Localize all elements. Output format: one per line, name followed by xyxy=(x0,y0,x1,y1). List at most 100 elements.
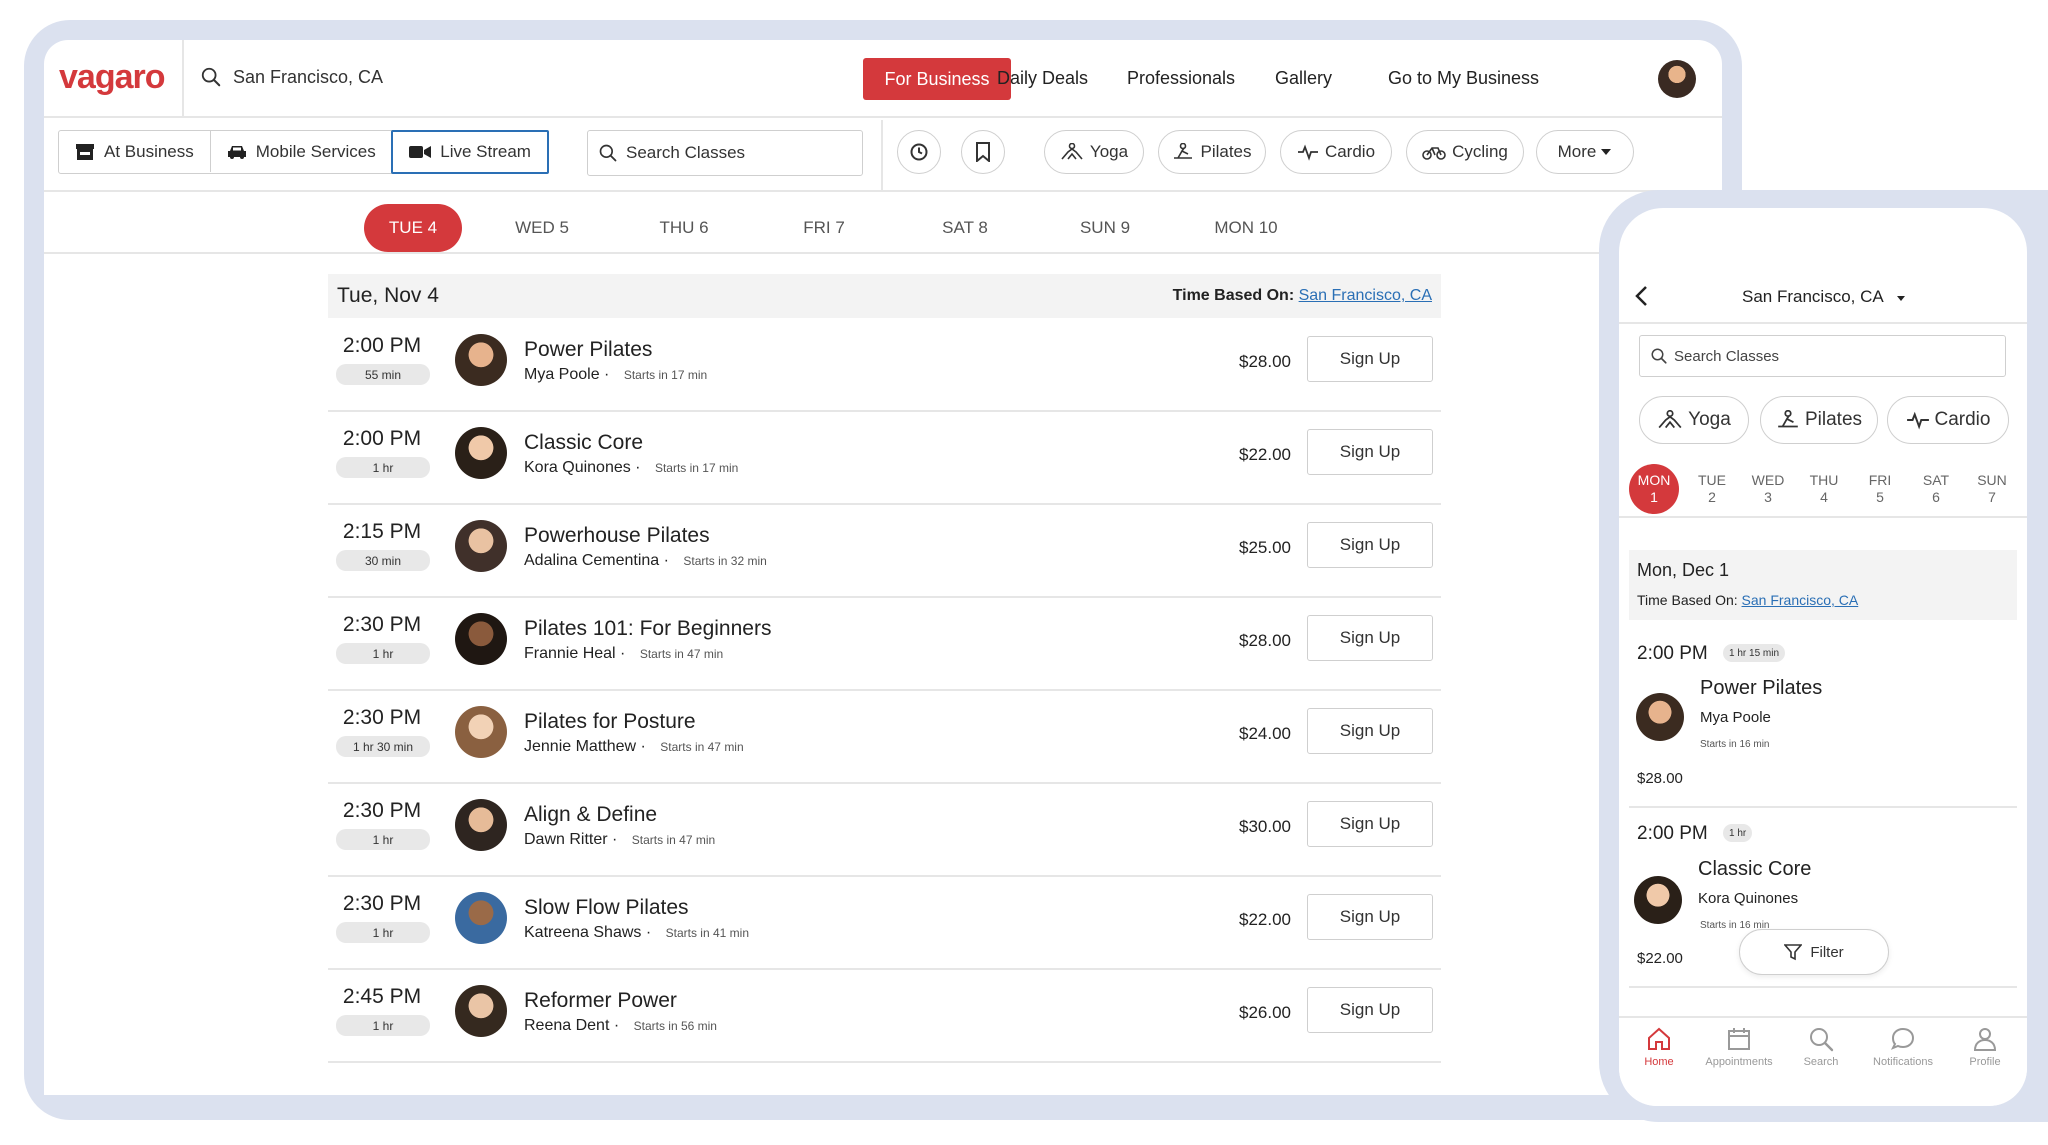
mobile-search-placeholder: Search Classes xyxy=(1674,347,1780,365)
class-name[interactable]: Powerhouse Pilates xyxy=(524,524,710,548)
class-name[interactable]: Power Pilates xyxy=(524,338,652,362)
date-mon-10[interactable]: MON 10 xyxy=(1196,204,1296,252)
nav-professionals[interactable]: Professionals xyxy=(1127,68,1235,89)
category-cardio-label: Cardio xyxy=(1324,142,1376,161)
sign-up-button[interactable]: Sign Up xyxy=(1307,522,1433,568)
category-pilates[interactable]: Pilates xyxy=(1158,130,1266,174)
mobile-day-thu[interactable]: THU 4 xyxy=(1799,464,1849,514)
instructor-name[interactable]: Reena Dent xyxy=(524,1017,609,1034)
time-based-location-link[interactable]: San Francisco, CA xyxy=(1299,287,1432,304)
service-live-stream[interactable]: Live Stream xyxy=(391,129,549,174)
class-name[interactable]: Align & Define xyxy=(524,803,657,827)
nav-gallery[interactable]: Gallery xyxy=(1275,68,1332,89)
day-number: 1 xyxy=(1650,489,1658,505)
instructor-name[interactable]: Frannie Heal xyxy=(524,645,616,662)
service-live-stream-label: Live Stream xyxy=(440,141,531,161)
mobile-location-selector[interactable]: San Francisco, CA xyxy=(1742,287,1906,307)
date-sat-8[interactable]: SAT 8 xyxy=(915,204,1015,252)
date-fri-7[interactable]: FRI 7 xyxy=(774,204,874,252)
class-row[interactable]: 2:30 PM 1 hr 30 min Pilates for Posture … xyxy=(328,692,1441,784)
search-classes-input[interactable]: Search Classes xyxy=(587,130,863,176)
class-row[interactable]: 2:00 PM 55 min Power Pilates Mya Poole ·… xyxy=(328,320,1441,412)
tab-search[interactable]: Search xyxy=(1781,1026,1861,1068)
mobile-class-name[interactable]: Power Pilates xyxy=(1700,677,1822,700)
service-mobile-services[interactable]: Mobile Services xyxy=(211,131,393,172)
date-thu-6[interactable]: THU 6 xyxy=(634,204,734,252)
class-row[interactable]: 2:00 PM 1 hr Classic Core Kora Quinones … xyxy=(328,413,1441,505)
tab-notifications[interactable]: Notifications xyxy=(1863,1026,1943,1068)
category-cycling[interactable]: Cycling xyxy=(1406,130,1524,174)
class-row[interactable]: 2:30 PM 1 hr Pilates 101: For Beginners … xyxy=(328,599,1441,691)
mobile-day-fri[interactable]: FRI 5 xyxy=(1855,464,1905,514)
instructor-name[interactable]: Adalina Cementina xyxy=(524,552,659,569)
class-price: $28.00 xyxy=(1239,352,1291,371)
tab-home[interactable]: Home xyxy=(1619,1026,1699,1068)
date-tue-4[interactable]: TUE 4 xyxy=(364,204,462,252)
user-avatar[interactable] xyxy=(1658,60,1696,98)
class-row[interactable]: 2:30 PM 1 hr Align & Define Dawn Ritter … xyxy=(328,785,1441,877)
class-row[interactable]: 2:15 PM 30 min Powerhouse Pilates Adalin… xyxy=(328,506,1441,598)
for-business-button[interactable]: For Business xyxy=(863,58,1011,100)
person-icon xyxy=(1973,1028,1997,1051)
mobile-day-wed[interactable]: WED 3 xyxy=(1743,464,1793,514)
mobile-day-tue[interactable]: TUE 2 xyxy=(1687,464,1737,514)
heartbeat-icon xyxy=(1297,144,1318,161)
instructor-name[interactable]: Dawn Ritter xyxy=(524,831,608,848)
mobile-day-sun[interactable]: SUN 7 xyxy=(1967,464,2017,514)
class-name[interactable]: Pilates for Posture xyxy=(524,710,696,734)
instructor-name[interactable]: Jennie Matthew xyxy=(524,738,636,755)
sign-up-button[interactable]: Sign Up xyxy=(1307,429,1433,475)
day-of-week: SUN xyxy=(1977,472,2007,488)
mobile-category-cardio[interactable]: Cardio xyxy=(1887,396,2009,444)
mobile-class-name[interactable]: Classic Core xyxy=(1698,858,1811,881)
class-starts-in: Starts in 17 min xyxy=(654,461,739,475)
mobile-category-pilates[interactable]: Pilates xyxy=(1760,396,1878,444)
class-starts-in: Starts in 47 min xyxy=(660,740,744,754)
mobile-category-yoga[interactable]: Yoga xyxy=(1639,396,1749,444)
mobile-time-based-location-link[interactable]: San Francisco, CA xyxy=(1742,592,1859,608)
class-time: 2:30 PM xyxy=(342,892,422,915)
nav-go-to-my-business[interactable]: Go to My Business xyxy=(1388,68,1539,89)
class-row[interactable]: 2:30 PM 1 hr Slow Flow Pilates Katreena … xyxy=(328,878,1441,970)
mobile-search-classes-input[interactable]: Search Classes xyxy=(1639,335,2006,377)
instructor-avatar xyxy=(455,985,507,1037)
date-wed-5[interactable]: WED 5 xyxy=(492,204,592,252)
class-row[interactable]: 2:45 PM 1 hr Reformer Power Reena Dent ·… xyxy=(328,971,1441,1063)
date-sun-9[interactable]: SUN 9 xyxy=(1055,204,1155,252)
time-filter-button[interactable] xyxy=(897,130,941,174)
mobile-class-instructor[interactable]: Kora Quinones xyxy=(1698,890,1798,907)
mobile-class-instructor[interactable]: Mya Poole xyxy=(1700,709,1771,726)
class-duration: 1 hr xyxy=(336,829,430,850)
sign-up-button[interactable]: Sign Up xyxy=(1307,894,1433,940)
sign-up-button[interactable]: Sign Up xyxy=(1307,615,1433,661)
class-name[interactable]: Pilates 101: For Beginners xyxy=(524,617,771,641)
service-at-business[interactable]: At Business xyxy=(59,131,211,172)
divider xyxy=(881,120,883,192)
class-name[interactable]: Classic Core xyxy=(524,431,643,455)
sign-up-button[interactable]: Sign Up xyxy=(1307,708,1433,754)
back-arrow-icon[interactable] xyxy=(1633,284,1649,308)
saved-filter-button[interactable] xyxy=(961,130,1005,174)
sign-up-button[interactable]: Sign Up xyxy=(1307,336,1433,382)
category-yoga[interactable]: Yoga xyxy=(1044,130,1144,174)
mobile-day-sat[interactable]: SAT 6 xyxy=(1911,464,1961,514)
class-name[interactable]: Reformer Power xyxy=(524,989,677,1013)
location-search-input[interactable]: San Francisco, CA xyxy=(233,67,383,88)
mobile-time-based-on: Time Based On: San Francisco, CA xyxy=(1637,592,1858,608)
mobile-day-mon[interactable]: MON 1 xyxy=(1629,464,1679,514)
tab-appointments[interactable]: Appointments xyxy=(1699,1026,1779,1068)
instructor-name[interactable]: Kora Quinones xyxy=(524,459,631,476)
instructor-name[interactable]: Mya Poole xyxy=(524,366,600,383)
vagaro-logo[interactable]: vagaro xyxy=(59,58,165,97)
nav-daily-deals[interactable]: Daily Deals xyxy=(997,68,1088,89)
more-categories-dropdown[interactable]: More xyxy=(1536,130,1634,174)
class-name[interactable]: Slow Flow Pilates xyxy=(524,896,689,920)
tab-profile[interactable]: Profile xyxy=(1945,1026,2025,1068)
category-cardio[interactable]: Cardio xyxy=(1280,130,1392,174)
instructor-name[interactable]: Katreena Shaws xyxy=(524,924,641,941)
sign-up-button[interactable]: Sign Up xyxy=(1307,801,1433,847)
sign-up-button[interactable]: Sign Up xyxy=(1307,987,1433,1033)
class-duration: 1 hr xyxy=(336,457,430,478)
filter-button[interactable]: Filter xyxy=(1739,929,1889,975)
calendar-icon xyxy=(1728,1028,1750,1050)
